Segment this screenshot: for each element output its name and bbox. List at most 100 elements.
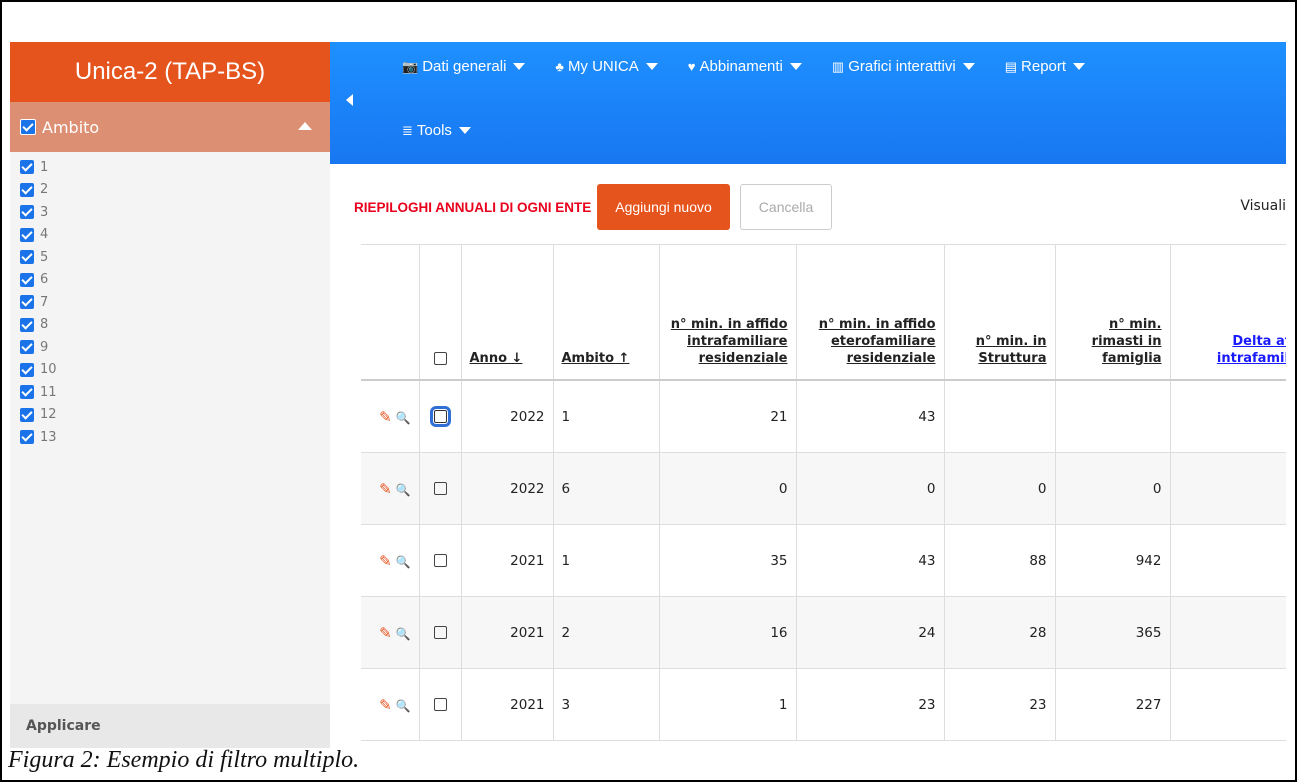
select-all-checkbox[interactable]: [433, 352, 447, 365]
apply-filter-button[interactable]: Applicare: [10, 704, 330, 748]
menu-tools-label: Tools: [416, 122, 452, 139]
ambito-option-label: 6: [40, 272, 49, 287]
cell-anno: 2022: [460, 380, 553, 453]
cell-anno: 2021: [460, 524, 553, 597]
cell-famiglia: 227: [1054, 668, 1170, 741]
pencil-icon[interactable]: ✎: [379, 480, 392, 498]
ambito-option-label: 12: [40, 407, 57, 422]
summary-table: Anno ↓ Ambito ↑ n° min. in affido intraf…: [361, 245, 1286, 741]
ambito-option[interactable]: 1: [10, 156, 330, 178]
add-new-button[interactable]: Aggiungi nuovo: [597, 184, 730, 230]
collapse-caret-icon[interactable]: [298, 122, 312, 130]
table-header-row: Anno ↓ Ambito ↑ n° min. in affido intraf…: [361, 245, 1286, 381]
cell-famiglia: 365: [1054, 596, 1170, 669]
cell-struttura: 23: [943, 668, 1055, 741]
ambito-option[interactable]: 13: [10, 426, 330, 448]
ambito-checkbox[interactable]: [20, 250, 34, 264]
search-icon[interactable]: 🔍: [392, 699, 411, 713]
menu-abbinamenti[interactable]: ♥ Abbinamenti: [688, 58, 802, 75]
row-actions: ✎ 🔍: [361, 524, 419, 597]
app-brand[interactable]: Unica-2 (TAP-BS): [10, 42, 330, 102]
ambito-option-label: 11: [40, 384, 57, 400]
ambito-checkbox[interactable]: [20, 160, 34, 174]
cell-ambito: 1: [552, 380, 659, 453]
heart-icon: ♥: [687, 59, 696, 74]
pencil-icon[interactable]: ✎: [379, 624, 392, 642]
menu-tools[interactable]: ≣ Tools: [402, 122, 471, 139]
ambito-option-label: 1: [40, 159, 49, 175]
search-icon[interactable]: 🔍: [392, 627, 411, 641]
row-checkbox[interactable]: [429, 406, 451, 427]
ambito-checkbox[interactable]: [20, 227, 34, 242]
ambito-option[interactable]: 10: [10, 358, 330, 381]
row-actions: ✎ 🔍: [361, 668, 419, 741]
row-checkbox[interactable]: [433, 482, 447, 495]
ambito-select-all-checkbox[interactable]: [20, 119, 36, 135]
row-checkbox[interactable]: [433, 626, 447, 639]
col-ambito-header[interactable]: Ambito ↑: [552, 245, 659, 381]
pencil-icon[interactable]: ✎: [379, 696, 392, 714]
pencil-icon[interactable]: ✎: [379, 408, 392, 426]
database-icon: ≣: [402, 122, 413, 138]
cell-delta: -4: [1169, 668, 1286, 741]
ambito-option[interactable]: 2: [10, 178, 330, 201]
col-struttura-header[interactable]: n° min. in Struttura: [943, 245, 1055, 381]
ambito-checkbox[interactable]: [20, 205, 34, 219]
cell-eterofamiliare: 43: [795, 380, 944, 453]
cell-struttura: 0: [943, 452, 1055, 525]
ambito-checkbox[interactable]: [20, 385, 34, 399]
col-anno-header[interactable]: Anno ↓: [460, 245, 553, 381]
sidebar-toggle-icon[interactable]: [346, 94, 353, 106]
ambito-option[interactable]: 9: [10, 336, 330, 358]
ambito-checkbox[interactable]: [20, 362, 34, 377]
cell-delta: 3: [1169, 524, 1286, 597]
cell-eterofamiliare: 0: [795, 452, 944, 525]
ambito-option[interactable]: 7: [10, 291, 330, 313]
ambito-checkbox[interactable]: [20, 295, 34, 309]
pencil-icon[interactable]: ✎: [379, 552, 392, 570]
cell-eterofamiliare: 23: [795, 668, 944, 741]
ambito-option-label: 8: [40, 317, 49, 332]
view-options-label[interactable]: Visuali: [1240, 198, 1286, 214]
ambito-checkbox[interactable]: [20, 407, 34, 422]
menu-report[interactable]: ▤ Report: [1005, 58, 1086, 75]
cell-ambito: 3: [552, 668, 659, 741]
ambito-option[interactable]: 8: [10, 313, 330, 336]
row-select-cell: [418, 668, 461, 741]
ambito-option[interactable]: 3: [10, 201, 330, 223]
ambito-filter-header[interactable]: Ambito: [10, 102, 330, 152]
ambito-option[interactable]: 12: [10, 403, 330, 426]
col-famiglia-header[interactable]: n° min. rimasti in famiglia: [1054, 245, 1170, 381]
search-icon[interactable]: 🔍: [392, 555, 411, 569]
table-row: ✎ 🔍 202212143 -14: [361, 380, 1286, 453]
ambito-option[interactable]: 6: [10, 268, 330, 291]
table-row: ✎ 🔍2021312323227-4: [361, 668, 1286, 741]
table-body: ✎ 🔍202212143-14✎ 🔍202260000-15✎ 🔍2021135…: [361, 380, 1286, 741]
ambito-checkbox[interactable]: [20, 182, 34, 197]
search-icon[interactable]: 🔍: [392, 483, 411, 497]
menu-my-unica[interactable]: ♣ My UNICA: [555, 58, 658, 75]
menu-label: Dati generali: [422, 58, 507, 75]
col-intrafamiliare-header[interactable]: n° min. in affido intrafamiliare residen…: [658, 245, 796, 381]
row-checkbox[interactable]: [433, 698, 447, 711]
menu-grafici-interattivi[interactable]: ▥ Grafici interattivi: [832, 58, 975, 75]
ambito-option-label: 2: [40, 182, 49, 197]
menu-dati-generali[interactable]: 📷 Dati generali: [402, 58, 526, 75]
chevron-down-icon: [1073, 63, 1086, 70]
search-icon[interactable]: 🔍: [392, 411, 411, 425]
ambito-option[interactable]: 4: [10, 223, 330, 246]
col-delta-header[interactable]: Delta affidi intrafamiliari: [1169, 245, 1286, 381]
col-eterofamiliare-header[interactable]: n° min. in affido eterofamiliare residen…: [795, 245, 944, 381]
ambito-checkbox[interactable]: [20, 317, 34, 332]
sitemap-icon: ♣: [555, 59, 564, 74]
ambito-checkbox[interactable]: [20, 340, 34, 354]
cell-eterofamiliare: 24: [795, 596, 944, 669]
ambito-checkbox[interactable]: [20, 272, 34, 287]
ambito-checkbox[interactable]: [20, 430, 34, 444]
ambito-option[interactable]: 11: [10, 381, 330, 403]
ambito-option[interactable]: 5: [10, 246, 330, 268]
row-checkbox[interactable]: [433, 554, 447, 567]
row-actions: ✎ 🔍: [361, 596, 419, 669]
ambito-option-label: 13: [40, 429, 57, 445]
cancel-button[interactable]: Cancella: [739, 184, 833, 230]
